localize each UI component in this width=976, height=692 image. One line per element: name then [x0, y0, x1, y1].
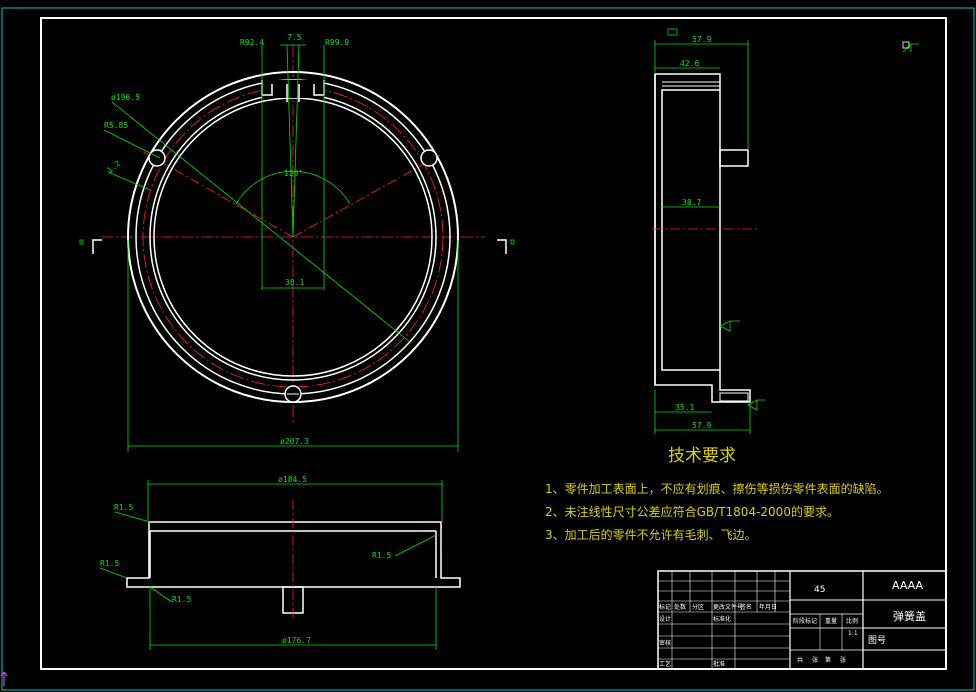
dim-phi176-7: ø176.7	[282, 636, 311, 645]
dim-phi184-5: ø184.5	[278, 475, 307, 484]
dim-1-2: 1.2	[105, 159, 122, 175]
dim-35-1: 35.1	[675, 403, 694, 412]
dim-r1-5-a: R1.5	[114, 503, 133, 512]
tb-row4-process: 工艺	[659, 660, 671, 668]
tb-sheet-unit-1: 张	[812, 656, 818, 664]
section-view	[99, 480, 461, 650]
dim-38-1: 38.1	[285, 278, 304, 287]
tb-row1-mark: 标记	[659, 603, 671, 611]
title-block-code: AAAA	[892, 579, 923, 592]
dim-38-7: 38.7	[682, 198, 701, 207]
tb-sheet-unit-2: 张	[840, 656, 846, 664]
tb-row1-date: 年月日	[759, 603, 777, 611]
tech-note-3: 3、加工后的零件不允许有毛刺、飞边。	[545, 527, 757, 542]
dim-angle-120: 120°	[284, 169, 303, 178]
tb-row2-standard: 标准化	[713, 615, 731, 623]
title-block-part-name: 弹簧盖	[893, 609, 926, 623]
dim-r99: R99.9	[325, 38, 349, 47]
tech-requirements-title: 技术要求	[668, 446, 736, 466]
side-view	[652, 28, 919, 434]
tb-sheet-no: 第	[825, 656, 831, 664]
dim-width-7-5: 7.5	[287, 33, 302, 42]
dim-phi207: ø207.3	[280, 437, 309, 446]
tb-row1-count: 处数	[674, 603, 686, 611]
dim-42-6: 42.6	[680, 59, 699, 68]
top-view	[79, 44, 515, 452]
cad-drawing-canvas: R92.4 7.5 R99.9 ø196.5 R5.85 1.2 120° 38…	[0, 7, 975, 691]
tb-weight: 重量	[825, 617, 837, 625]
title-block-material: 45	[814, 585, 825, 595]
tb-row1-sign: 签名	[740, 603, 752, 611]
tech-note-2: 2、未注线性尺寸公差应符合GB/T1804-2000的要求。	[545, 504, 839, 519]
tb-row1-change-doc: 更改文件号	[713, 603, 743, 611]
title-block-scale: 1:1	[848, 630, 858, 637]
tb-row4-approve: 批准	[713, 660, 725, 668]
dim-r5-85: R5.85	[104, 121, 128, 130]
dim-r92: R92.4	[240, 38, 264, 47]
dim-phi196: ø196.5	[111, 93, 140, 102]
dim-57-9-bottom: 57.9	[692, 421, 711, 430]
tb-ratio: 比例	[846, 617, 858, 625]
dim-r1-5-b: R1.5	[100, 559, 119, 568]
tb-stage-mark: 阶段标记	[793, 617, 817, 625]
tb-row1-zone: 分区	[692, 603, 704, 611]
tech-note-1: 1、零件加工表面上，不应有划痕、擦伤等损伤零件表面的缺陷。	[545, 481, 889, 496]
title-block-drawing-no-label: 图号	[868, 635, 886, 646]
tb-row2-design: 设计	[659, 615, 671, 623]
dim-r1-5-d: R1.5	[372, 551, 391, 560]
dim-r1-5-c: R1.5	[172, 595, 191, 604]
tb-sheet-total: 共	[797, 656, 803, 664]
tb-row3-review: 审核	[659, 639, 671, 647]
dim-57-9-top: 57.9	[692, 35, 711, 44]
